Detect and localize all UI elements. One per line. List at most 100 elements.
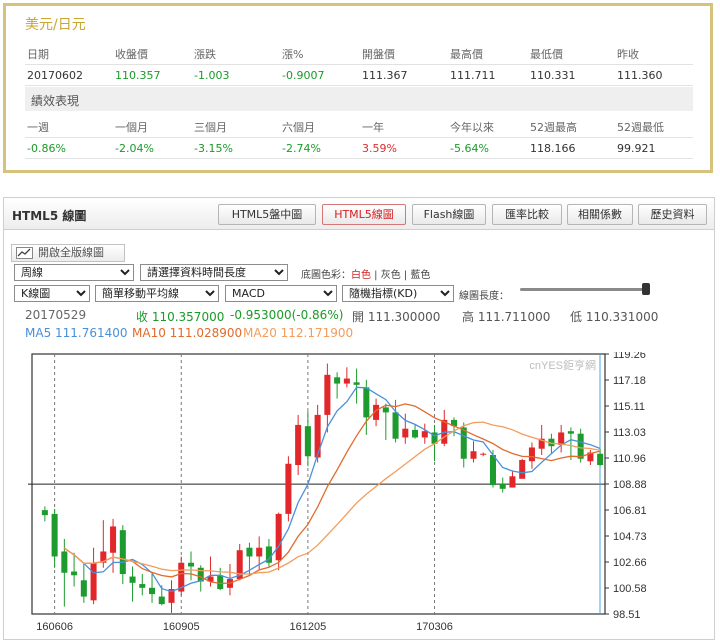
perf-header-6m: 六個月 [282,121,315,134]
x-tick-label: 170306 [416,621,453,633]
candle-body [382,407,389,413]
candle-body [421,431,428,438]
candle-body [41,510,48,516]
y-tick-label: 106.81 [613,505,647,517]
chart-length-slider[interactable] [520,283,650,295]
candle-body [61,551,68,573]
candle-body [275,513,282,561]
perf-header-1y: 一年 [362,121,384,134]
chart-header: HTML5 線圖 HTML5盤中圖 HTML5線圖 Flash線圖 匯率比較 相… [4,198,714,230]
header-change-pct: 漲% [282,48,304,61]
x-tick-label: 160606 [36,621,73,633]
background-color-label: 底圖色彩：白色 | 灰色 | 藍色 [301,270,431,281]
candle-body [314,414,321,458]
perf-header-52w-low: 52週最低 [617,121,664,134]
bg-color-prefix: 底圖色彩： [301,270,351,281]
header-close: 收盤價 [115,48,148,61]
moving-average-lines [64,386,601,593]
tab-html5-chart[interactable]: HTML5線圖 [322,204,406,225]
quote-title: 美元/日元 [25,17,86,33]
slider-thumb[interactable] [642,283,650,295]
candle-body [158,596,165,605]
perf-value-1w: -0.86% [27,142,66,155]
candle-body [567,431,574,434]
perf-value-ytd: -5.64% [450,142,489,155]
bg-blue-option[interactable]: 藍色 [410,270,430,281]
info-ma5: MA5 111.761400 [25,326,128,340]
header-change: 漲跌 [194,48,216,61]
performance-value-row: -0.86% -2.04% -3.15% -2.74% 3.59% -5.64%… [25,137,693,159]
value-date: 20170602 [27,69,83,82]
info-date: 20170529 [25,308,87,322]
info-close: 收 110.357000 [136,310,225,324]
candle-body [51,513,58,557]
info-ma20: MA20 112.171900 [243,326,354,340]
candle-body [343,378,350,384]
value-prev-close: 111.360 [617,69,663,82]
candle-body [285,463,292,514]
indicator-select[interactable]: MACD [225,285,337,302]
candle-body [392,412,399,439]
info-ma10: MA10 111.028900 [132,326,243,340]
ma5-line [64,386,601,593]
candle-body [304,426,311,457]
x-tick-label: 160905 [163,621,200,633]
y-tick-label: 113.03 [613,427,646,439]
chart-type-select[interactable]: K線圖 [14,285,90,302]
moving-average-select[interactable]: 簡單移動平均線 [95,285,219,302]
candle-body [402,428,409,438]
candle-body [489,454,496,486]
tab-correlation[interactable]: 相關係數 [567,204,633,225]
candle-body [110,526,117,553]
tab-flash-chart[interactable]: Flash線圖 [412,204,486,225]
performance-header-row: 一週 一個月 三個月 六個月 一年 今年以來 52週最高 52週最低 [25,115,693,137]
value-low: 110.331 [530,69,576,82]
candles-layer [41,363,604,613]
y-tick-label: 115.11 [613,401,645,413]
value-high: 111.711 [450,69,496,82]
tab-html5-intraday[interactable]: HTML5盤中圖 [218,204,316,225]
candle-body [480,453,487,455]
candle-body [528,447,535,462]
info-change: -0.953000(-0.86%) [230,308,344,322]
perf-header-ytd: 今年以來 [450,121,494,134]
time-range-select[interactable]: 請選擇資料時間長度 [140,264,288,281]
candle-body [577,433,584,459]
perf-header-1m: 一個月 [115,121,148,134]
period-select[interactable]: 周線 [14,264,134,281]
y-tick-label: 108.88 [613,479,647,491]
perf-value-52w-high: 118.166 [530,142,576,155]
y-tick-label: 110.96 [613,453,646,465]
chart-length-label: 線圖長度： [459,291,509,302]
performance-section-header: 績效表現 [25,87,693,111]
ma10-line [64,403,601,585]
info-low: 低 110.331000 [570,310,659,324]
chart-panel-title: HTML5 線圖 [12,209,87,223]
candle-body [217,575,224,590]
candle-body [412,429,419,438]
candle-body [509,476,516,488]
candle-body [334,377,341,384]
ma20-line [64,421,601,575]
perf-value-52w-low: 99.921 [617,142,656,155]
header-date: 日期 [27,48,49,61]
chart-grid [28,353,606,615]
random-indicator-select[interactable]: 隨機指標(KD) [342,285,454,302]
price-chart[interactable]: cnYES鉅亨網 160606 160905 161205 170306119.261… [28,352,688,642]
perf-value-1m: -2.04% [115,142,154,155]
candle-body [129,576,136,583]
open-fullscreen-chart-button[interactable]: 開啟全版線圖 [11,244,125,262]
candle-body [558,432,565,445]
bg-gray-option[interactable]: 灰色 [381,270,401,281]
tab-fx-compare[interactable]: 匯率比較 [492,204,562,225]
candle-body [499,483,506,489]
perf-value-1y: 3.59% [362,142,397,155]
info-open: 開 111.300000 [352,310,441,324]
bg-white-option[interactable]: 白色 [351,270,371,281]
y-tick-label: 98.51 [613,609,641,621]
candle-body [246,547,253,557]
tab-history[interactable]: 歷史資料 [638,204,707,225]
slider-track [520,288,648,291]
y-tick-label: 100.58 [613,583,647,595]
header-prev-close: 昨收 [617,48,639,61]
